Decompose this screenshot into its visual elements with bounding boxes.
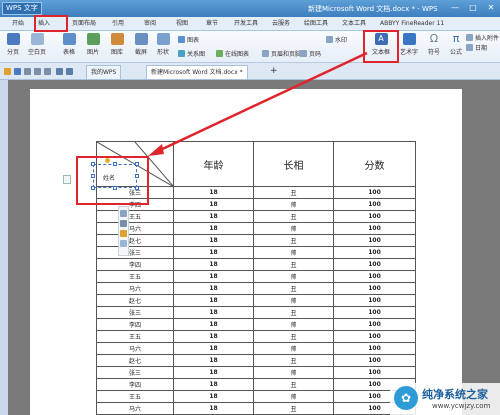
watermark-url: www.ycwjzy.com bbox=[432, 402, 491, 410]
annotation-arrow bbox=[148, 51, 368, 156]
watermark-title: 纯净系统之家 bbox=[422, 388, 488, 401]
watermark-logo-icon: ✿ bbox=[394, 386, 418, 410]
